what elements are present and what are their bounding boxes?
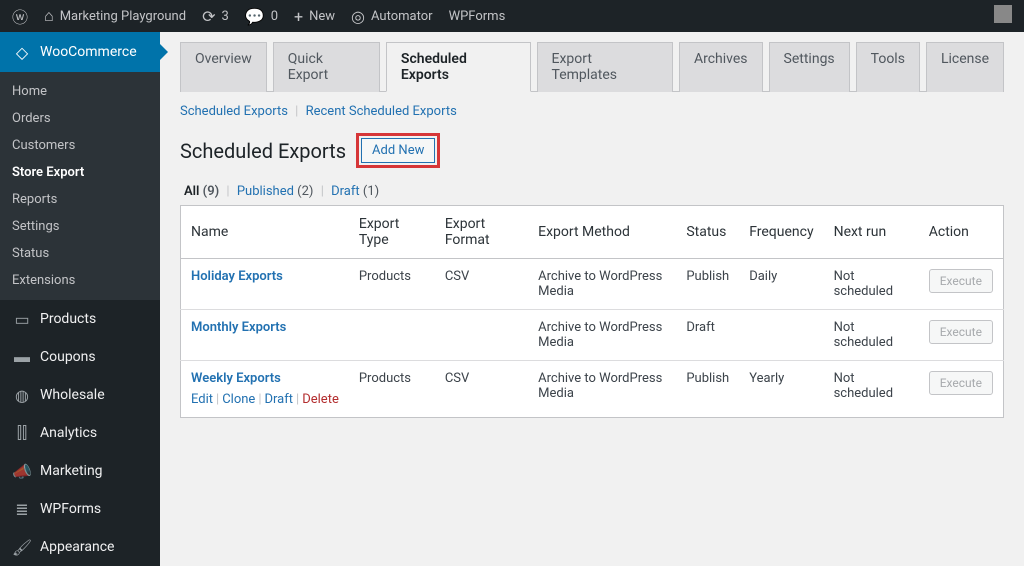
sidebar-subitem[interactable]: Status [0,240,160,267]
site-link[interactable]: ⌂Marketing Playground [44,6,186,26]
column-header[interactable]: Export Format [435,206,528,259]
execute-button[interactable]: Execute [929,371,993,395]
tab[interactable]: Settings [769,42,850,92]
menu-icon: ≣ [12,499,32,519]
woocommerce-icon: ◇ [12,42,32,62]
clone-link[interactable]: Clone [222,392,255,407]
table-row: Weekly ExportsEdit|Clone|Draft|DeletePro… [181,361,1004,418]
execute-button[interactable]: Execute [929,269,993,293]
tab[interactable]: Archives [679,42,763,92]
menu-icon: ⫿⫿ [12,423,32,443]
column-header[interactable]: Export Method [528,206,676,259]
column-header[interactable]: Next run [824,206,919,259]
tab[interactable]: License [926,42,1004,92]
sidebar-item[interactable]: ▭Products [0,300,160,338]
draft-link[interactable]: Draft [265,392,294,407]
updates-link[interactable]: ⟳3 [202,7,229,26]
menu-icon: 🖌 [12,537,32,557]
menu-icon: ▬ [12,347,32,367]
column-header[interactable]: Status [676,206,739,259]
sidebar-subitem[interactable]: Extensions [0,267,160,294]
sidebar-subitem[interactable]: Reports [0,186,160,213]
robot-icon: ◎ [351,7,365,26]
tab[interactable]: Overview [180,42,267,92]
sidebar-item[interactable]: 🖌Appearance [0,528,160,566]
comments-link[interactable]: 💬0 [245,7,278,26]
link-scheduled-exports[interactable]: Scheduled Exports [180,104,288,119]
sidebar-subitem[interactable]: Settings [0,213,160,240]
sidebar-subitem[interactable]: Customers [0,132,160,159]
automator-link[interactable]: ◎Automator [351,7,433,26]
add-new-button[interactable]: Add New [361,138,435,163]
column-header[interactable]: Frequency [739,206,823,259]
filter-all[interactable]: All (9) [184,184,219,199]
sidebar-subitem[interactable]: Orders [0,105,160,132]
annotation-highlight: Add New [356,133,440,168]
tab[interactable]: Quick Export [273,42,380,92]
sidebar-item[interactable]: ≣WPForms [0,490,160,528]
sidebar-item[interactable]: ◍Wholesale [0,376,160,414]
menu-icon: ▭ [12,309,32,329]
comment-icon: 💬 [245,7,265,26]
sidebar-subitem[interactable]: Store Export [0,159,160,186]
delete-link[interactable]: Delete [302,392,339,407]
wpforms-link[interactable]: WPForms [449,9,506,24]
plus-icon: + [294,7,303,26]
wp-logo[interactable]: ⓦ [12,4,28,28]
column-header[interactable]: Name [181,206,349,259]
tab[interactable]: Tools [856,42,920,92]
column-header[interactable]: Action [919,206,1004,259]
link-recent-scheduled-exports[interactable]: Recent Scheduled Exports [306,104,457,119]
exports-table: NameExport TypeExport FormatExport Metho… [180,205,1004,418]
edit-link[interactable]: Edit [191,392,213,407]
tabs-nav: OverviewQuick ExportScheduled ExportsExp… [180,42,1004,92]
avatar[interactable] [994,5,1012,23]
table-row: Monthly ExportsArchive to WordPress Medi… [181,310,1004,361]
row-title-link[interactable]: Monthly Exports [191,320,286,335]
refresh-icon: ⟳ [202,7,215,26]
admin-sidebar: ◇ WooCommerce HomeOrdersCustomersStore E… [0,32,160,566]
menu-icon: ◍ [12,385,32,405]
sidebar-item[interactable]: ▬Coupons [0,338,160,376]
sidebar-subitem[interactable]: Home [0,78,160,105]
tab[interactable]: Scheduled Exports [386,42,531,92]
tab[interactable]: Export Templates [537,42,673,92]
execute-button[interactable]: Execute [929,320,993,344]
wordpress-icon: ⓦ [12,4,28,28]
sidebar-item[interactable]: ⫿⫿Analytics [0,414,160,452]
column-header[interactable]: Export Type [349,206,435,259]
page-title: Scheduled Exports [180,139,346,163]
sidebar-item-woocommerce[interactable]: ◇ WooCommerce [0,32,160,72]
row-title-link[interactable]: Holiday Exports [191,269,283,284]
row-title-link[interactable]: Weekly Exports [191,371,281,386]
filter-draft[interactable]: Draft (1) [331,184,379,199]
status-filters: All (9) | Published (2) | Draft (1) [184,184,1004,199]
row-actions: Edit|Clone|Draft|Delete [191,392,339,407]
menu-icon: 📣 [12,461,32,481]
sidebar-item[interactable]: 📣Marketing [0,452,160,490]
home-icon: ⌂ [44,6,54,26]
filter-published[interactable]: Published (2) [237,184,314,199]
table-row: Holiday ExportsProductsCSVArchive to Wor… [181,259,1004,310]
subsubsub-links: Scheduled Exports | Recent Scheduled Exp… [180,104,1004,119]
admin-bar: ⓦ ⌂Marketing Playground ⟳3 💬0 +New ◎Auto… [0,0,1024,32]
new-link[interactable]: +New [294,7,335,26]
